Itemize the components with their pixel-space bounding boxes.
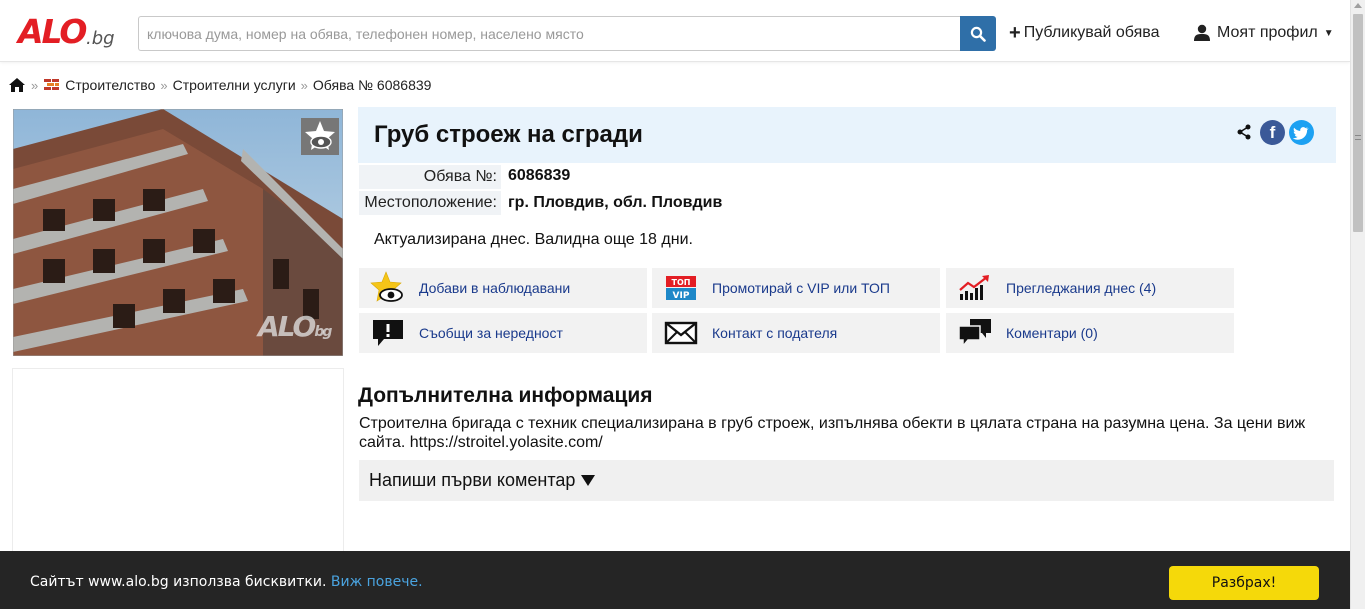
bricks-icon (44, 79, 60, 90)
logo-text: ALO (18, 12, 87, 51)
my-profile-label: Моят профил (1217, 24, 1318, 41)
report-issue-button[interactable]: Съобщи за нередност (359, 313, 647, 353)
ad-number-value: 6086839 (508, 167, 571, 184)
photo-watermark: ALObg (258, 310, 332, 343)
views-today-button[interactable]: Прегледжания днес (4) (946, 268, 1234, 308)
write-comment-label: Напиши първи коментар (369, 470, 576, 490)
breadcrumb-construction[interactable]: Строителство (65, 77, 155, 93)
chevron-down-icon: ▼ (1323, 27, 1334, 39)
twitter-icon[interactable] (1289, 120, 1314, 145)
publish-ad-label: Публикувай обява (1023, 24, 1160, 41)
site-logo[interactable]: ALO .bg (18, 12, 118, 52)
scroll-up-arrow-icon[interactable] (1354, 3, 1362, 8)
write-comment-toggle[interactable]: Напиши първи коментар (359, 460, 1334, 501)
page-scrollbar[interactable] (1350, 0, 1365, 609)
site-header: ALO .bg + Публикувай обява Моят профил ▼ (0, 0, 1350, 62)
plus-icon: + (1009, 22, 1021, 44)
cookie-more-link[interactable]: Виж повече. (331, 574, 423, 590)
vip-badge-text: VIP (673, 291, 690, 301)
breadcrumb-separator: » (300, 77, 308, 93)
publish-ad-button[interactable]: + Публикувай обява (1009, 22, 1159, 44)
my-profile-menu[interactable]: Моят профил ▼ (1193, 22, 1334, 44)
search-input[interactable] (138, 16, 961, 51)
comments-button[interactable]: Коментари (0) (946, 313, 1234, 353)
additional-info-text: Строителна бригада с техник специализира… (359, 415, 1306, 451)
breadcrumb-construction-services[interactable]: Строителни услуги (173, 77, 296, 93)
location-value: гр. Пловдив, обл. Пловдив (508, 194, 723, 211)
scrollbar-thumb[interactable] (1353, 14, 1363, 232)
breadcrumb-separator: » (160, 77, 168, 93)
watch-star-badge[interactable] (301, 118, 339, 155)
star-eye-icon (369, 271, 407, 305)
comments-icon (956, 316, 994, 350)
listing-title: Груб строеж на сгради (374, 121, 643, 148)
contact-seller-button[interactable]: Контакт с подателя (652, 313, 940, 353)
promote-vip-top-label: Промотирай с VIP или ТОП (712, 280, 890, 296)
star-eye-icon (305, 121, 335, 150)
triangle-down-icon (581, 475, 596, 486)
facebook-icon[interactable]: f (1260, 120, 1285, 145)
photo-watermark-suffix: bg (314, 324, 332, 340)
location-label: Местоположение: (359, 191, 501, 215)
validity-status: Актуализирана днес. Валидна още 18 дни. (374, 231, 693, 248)
contact-seller-label: Контакт с подателя (712, 325, 838, 341)
cookie-message: Сайтът www.alo.bg използва бисквитки. Ви… (30, 572, 423, 592)
top-vip-icon: ТОП VIP (662, 271, 700, 305)
scrollbar-grip (1355, 135, 1361, 140)
cookie-banner: Сайтът www.alo.bg използва бисквитки. Ви… (0, 551, 1350, 609)
search-button[interactable] (960, 16, 996, 51)
views-today-label: Прегледжания днес (4) (1006, 280, 1157, 296)
listing-title-bar: Груб строеж на сгради f (358, 107, 1336, 163)
report-icon (369, 316, 407, 350)
photo-watermark-main: ALO (258, 310, 316, 343)
user-icon (1194, 24, 1210, 41)
cookie-accept-button[interactable]: Разбрах! (1169, 566, 1319, 600)
promote-vip-top-button[interactable]: ТОП VIP Промотирай с VIP или ТОП (652, 268, 940, 308)
comments-label: Коментари (0) (1006, 325, 1098, 341)
ad-number-label: Обява №: (359, 165, 501, 189)
additional-info-heading: Допълнителна информация (358, 384, 653, 407)
logo-suffix: .bg (86, 28, 115, 49)
search-bar (138, 16, 996, 51)
chart-icon (956, 271, 994, 305)
report-issue-label: Съобщи за нередност (419, 325, 563, 341)
search-icon (970, 26, 986, 42)
add-to-watchlist-label: Добави в наблюдавани (419, 280, 571, 296)
share-icon[interactable] (1237, 124, 1251, 140)
breadcrumb-separator: » (31, 77, 39, 93)
envelope-icon (662, 316, 700, 350)
breadcrumb: » Строителство » Строителни услуги » Обя… (8, 75, 431, 95)
left-sidebar-box (12, 368, 344, 558)
home-icon[interactable] (8, 77, 26, 93)
add-to-watchlist-button[interactable]: Добави в наблюдавани (359, 268, 647, 308)
cookie-text: Сайтът www.alo.bg използва бисквитки. (30, 574, 327, 590)
breadcrumb-current-listing: Обява № 6086839 (312, 77, 432, 93)
top-badge-text: ТОП (672, 278, 691, 287)
